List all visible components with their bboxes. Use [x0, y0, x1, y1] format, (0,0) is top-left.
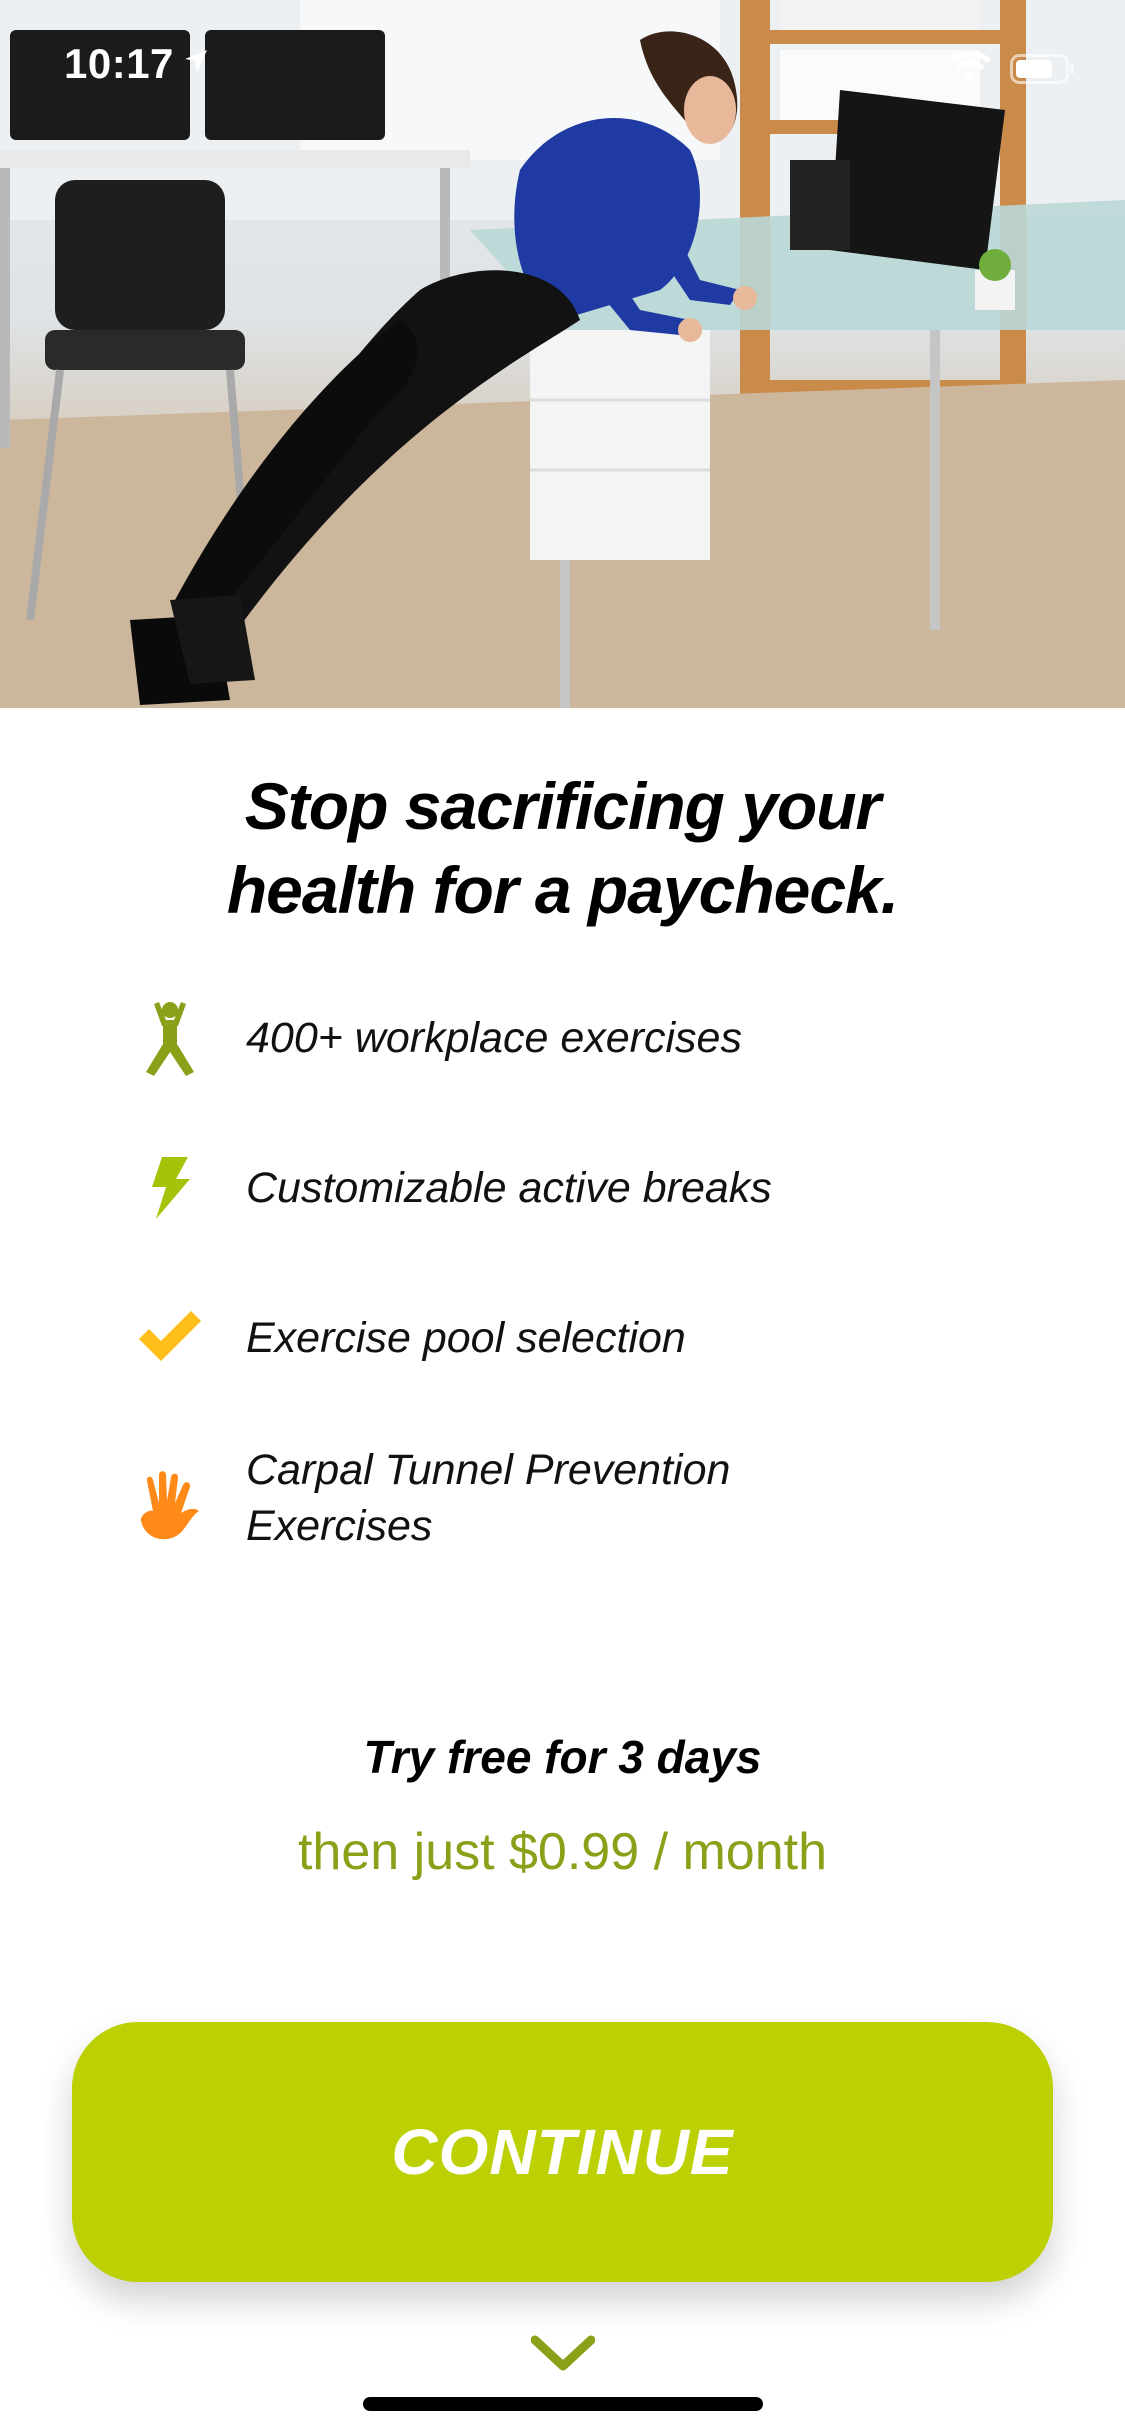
trial-text: Try free for 3 days	[363, 1731, 762, 1783]
battery-icon	[1010, 54, 1076, 89]
headline-line-2: health for a paycheck.	[226, 853, 899, 927]
feature-label: 400+ workplace exercises	[246, 1014, 742, 1062]
feature-label: Customizable active breaks	[246, 1164, 772, 1212]
feature-item: Exercise pool selection	[130, 1290, 1010, 1440]
continue-button[interactable]: CONTINUE	[72, 2022, 1053, 2282]
person-exercise-icon	[130, 998, 210, 1078]
location-arrow-icon	[183, 48, 209, 79]
checkmark-icon	[130, 1298, 210, 1378]
status-bar: 10:17	[0, 0, 1125, 132]
continue-button-label: CONTINUE	[391, 2116, 734, 2188]
feature-item: 400+ workplace exercises	[130, 990, 1010, 1140]
feature-label: Carpal Tunnel Prevention Exercises	[246, 1446, 731, 1550]
status-time: 10:17	[64, 40, 174, 87]
headline-line-1: Stop sacrificing your	[244, 769, 881, 843]
feature-item: Carpal Tunnel Prevention Exercises	[130, 1440, 1010, 1590]
lightning-bolt-icon	[130, 1148, 210, 1228]
feature-label: Exercise pool selection	[246, 1314, 686, 1362]
home-indicator[interactable]	[363, 2397, 763, 2411]
chevron-down-icon[interactable]	[530, 2334, 596, 2379]
feature-item: Customizable active breaks	[130, 1140, 1010, 1290]
feature-list: 400+ workplace exercises Customizable ac…	[130, 990, 1010, 1590]
headline: Stop sacrificing your health for a paych…	[0, 764, 1125, 932]
price-text: then just $0.99 / month	[297, 1823, 827, 1881]
hand-icon	[130, 1466, 210, 1546]
wifi-icon	[948, 51, 992, 89]
